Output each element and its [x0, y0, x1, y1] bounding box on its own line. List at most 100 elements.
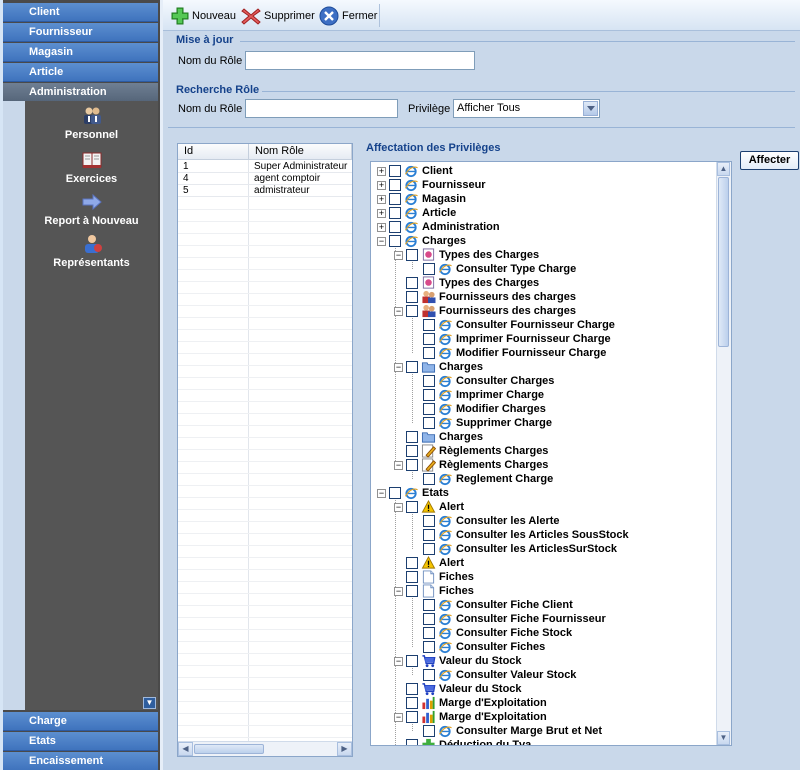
tree-node[interactable]: Consulter Fiche Stock — [411, 626, 572, 640]
collapse-icon[interactable]: − — [377, 488, 386, 498]
tree-node[interactable]: + Administration — [377, 220, 500, 234]
collapse-icon[interactable]: − — [377, 236, 386, 246]
privilege-checkbox[interactable] — [389, 179, 401, 191]
privilege-checkbox[interactable] — [389, 207, 401, 219]
tree-node[interactable]: Consulter les Articles SousStock — [411, 528, 629, 542]
privilege-checkbox[interactable] — [406, 249, 418, 261]
tree-node[interactable]: − Charges — [394, 360, 483, 374]
nav-header-client[interactable]: Client — [3, 3, 158, 22]
tree-node[interactable]: Consulter Marge Brut et Net — [411, 724, 602, 738]
tree-node[interactable]: − Règlements Charges — [394, 458, 548, 472]
privilege-checkbox[interactable] — [406, 277, 418, 289]
tree-node[interactable]: Consulter Fiche Fournisseur — [411, 612, 606, 626]
privilege-checkbox[interactable] — [423, 529, 435, 541]
privilege-checkbox[interactable] — [406, 711, 418, 723]
privilege-checkbox[interactable] — [423, 333, 435, 345]
tree-node[interactable]: Valeur du Stock — [394, 682, 522, 696]
privilege-checkbox[interactable] — [406, 431, 418, 443]
collapse-icon[interactable]: − — [394, 656, 403, 666]
tree-node[interactable]: Consulter Fiche Client — [411, 598, 573, 612]
privilege-checkbox[interactable] — [406, 445, 418, 457]
tree-node[interactable]: Règlements Charges — [394, 444, 548, 458]
tree-node[interactable]: Consulter Charges — [411, 374, 554, 388]
scroll-thumb[interactable] — [194, 744, 264, 754]
collapse-icon[interactable]: − — [394, 586, 403, 596]
scroll-thumb[interactable] — [718, 177, 729, 347]
chevron-down-icon[interactable] — [583, 101, 598, 116]
privilege-checkbox[interactable] — [423, 473, 435, 485]
nav-scroll-down-button[interactable]: ▼ — [143, 697, 156, 709]
tree-node[interactable]: Types des Charges — [394, 276, 539, 290]
tree-node[interactable]: Reglement Charge — [411, 472, 553, 486]
privilege-checkbox[interactable] — [423, 599, 435, 611]
collapse-icon[interactable]: − — [394, 306, 403, 316]
table-row[interactable]: 4 agent comptoir — [178, 173, 352, 185]
privilege-checkbox[interactable] — [423, 543, 435, 555]
collapse-icon[interactable]: − — [394, 250, 403, 260]
privilege-checkbox[interactable] — [406, 291, 418, 303]
update-role-input[interactable] — [245, 51, 475, 70]
tree-node[interactable]: Imprimer Charge — [411, 388, 544, 402]
tree-node[interactable]: − Marge d'Exploitation — [394, 710, 547, 724]
tree-node[interactable]: − Types des Charges — [394, 248, 539, 262]
tree-node[interactable]: + Magasin — [377, 192, 466, 206]
nav-header-charge[interactable]: Charge — [3, 712, 158, 731]
privilege-checkbox[interactable] — [423, 417, 435, 429]
privilege-checkbox[interactable] — [389, 235, 401, 247]
tree-node[interactable]: − Fournisseurs des charges — [394, 304, 576, 318]
privilege-checkbox[interactable] — [406, 739, 418, 745]
tree-node[interactable]: Consulter les Alerte — [411, 514, 560, 528]
privilege-checkbox[interactable] — [406, 683, 418, 695]
tree-node[interactable]: − Etats — [377, 486, 449, 500]
tree-node[interactable]: + Fournisseur — [377, 178, 486, 192]
nav-header-magasin[interactable]: Magasin — [3, 43, 158, 62]
privilege-checkbox[interactable] — [406, 655, 418, 667]
tree-node[interactable]: Marge d'Exploitation — [394, 696, 547, 710]
privilege-checkbox[interactable] — [406, 571, 418, 583]
tree-node[interactable]: Modifier Charges — [411, 402, 546, 416]
privilege-checkbox[interactable] — [423, 627, 435, 639]
tree-node[interactable]: Fournisseurs des charges — [394, 290, 576, 304]
nav-header-etats[interactable]: Etats — [3, 732, 158, 751]
privilege-checkbox[interactable] — [423, 403, 435, 415]
tree-node[interactable]: Consulter Fiches — [411, 640, 545, 654]
privilege-checkbox[interactable] — [423, 669, 435, 681]
privilege-checkbox[interactable] — [406, 585, 418, 597]
delete-button[interactable]: Supprimer — [241, 6, 315, 26]
table-row[interactable]: 1 Super Administrateur — [178, 161, 352, 173]
tree-node[interactable]: Alert — [394, 556, 464, 570]
privilege-checkbox[interactable] — [406, 501, 418, 513]
privilege-checkbox[interactable] — [389, 221, 401, 233]
scroll-down-icon[interactable]: ▼ — [717, 731, 730, 745]
nav-header-fournisseur[interactable]: Fournisseur — [3, 23, 158, 42]
privilege-checkbox[interactable] — [423, 641, 435, 653]
assign-button[interactable]: Affecter — [740, 151, 799, 170]
privilege-checkbox[interactable] — [389, 165, 401, 177]
privilege-checkbox[interactable] — [406, 305, 418, 317]
privilege-checkbox[interactable] — [423, 347, 435, 359]
tree-node[interactable]: Consulter Fournisseur Charge — [411, 318, 615, 332]
scroll-right-icon[interactable]: ▶ — [337, 742, 352, 756]
close-button[interactable]: Fermer — [319, 6, 377, 26]
expand-icon[interactable]: + — [377, 180, 386, 190]
nav-item-report-a-nouveau[interactable]: Report à Nouveau — [25, 192, 158, 227]
tree-node[interactable]: Supprimer Charge — [411, 416, 552, 430]
privilege-select[interactable]: Afficher Tous — [453, 99, 600, 118]
tree-node[interactable]: Imprimer Fournisseur Charge — [411, 332, 611, 346]
grid-horizontal-scrollbar[interactable]: ◀ ▶ — [178, 741, 352, 756]
privilege-checkbox[interactable] — [423, 725, 435, 737]
nav-item-exercices[interactable]: Exercices — [25, 150, 158, 185]
nav-header-encaissement[interactable]: Encaissement — [3, 752, 158, 770]
nav-header-article[interactable]: Article — [3, 63, 158, 82]
search-role-input[interactable] — [245, 99, 398, 118]
privilege-checkbox[interactable] — [423, 375, 435, 387]
tree-vertical-scrollbar[interactable]: ▲ ▼ — [716, 162, 731, 745]
new-button[interactable]: Nouveau — [171, 6, 236, 26]
collapse-icon[interactable]: − — [394, 362, 403, 372]
tree-node[interactable]: Consulter Valeur Stock — [411, 668, 576, 682]
privilege-checkbox[interactable] — [423, 515, 435, 527]
expand-icon[interactable]: + — [377, 208, 386, 218]
nav-header-administration[interactable]: Administration — [3, 83, 158, 102]
tree-node[interactable]: Déduction du Tva — [394, 738, 531, 745]
collapse-icon[interactable]: − — [394, 460, 403, 470]
